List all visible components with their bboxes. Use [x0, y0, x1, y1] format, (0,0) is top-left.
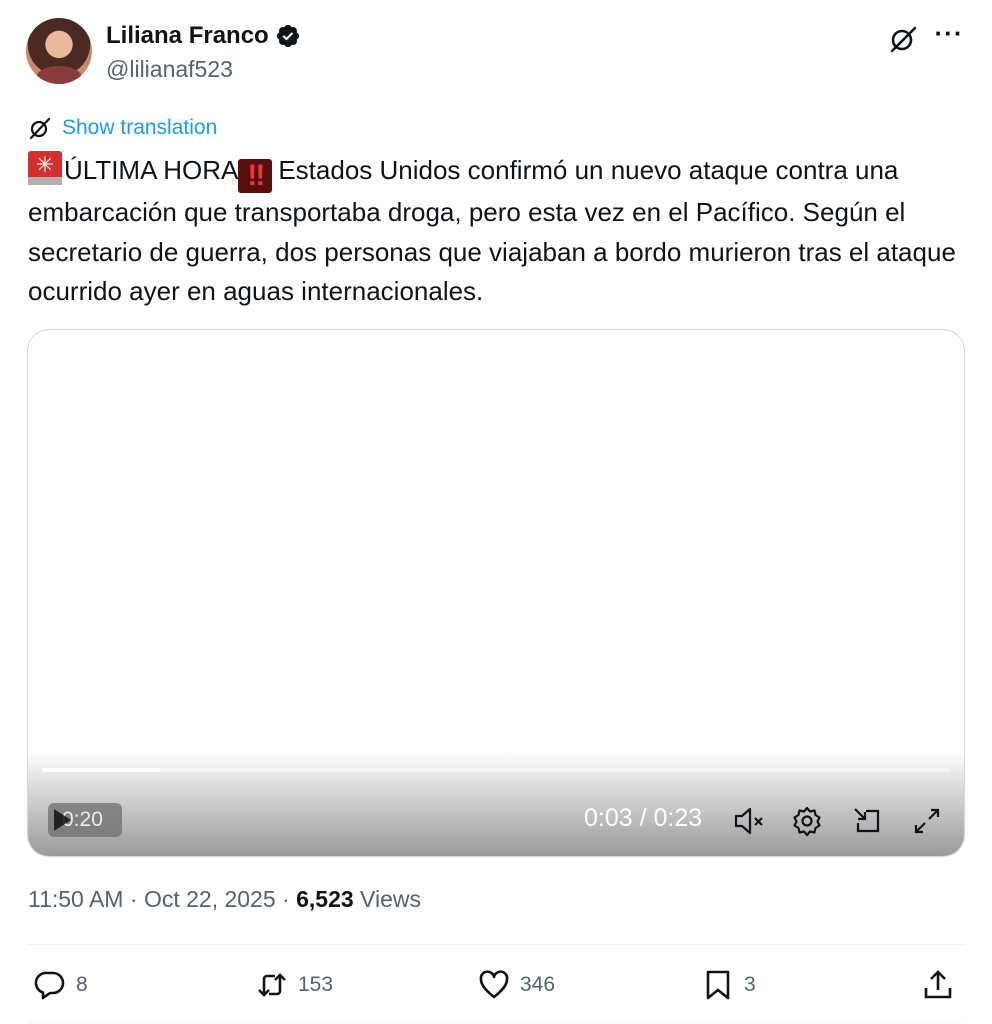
bookmark-icon: [706, 970, 730, 1000]
views-count: 6,523: [296, 886, 354, 912]
share-icon: [924, 970, 952, 999]
tweet-header: Liliana Franco @lilianaf523 ···: [26, 18, 966, 88]
picture-in-picture-icon[interactable]: [850, 804, 884, 838]
fullscreen-icon[interactable]: [910, 804, 944, 838]
tweet-meta: 11:50 AM · Oct 22, 2025 · 6,523 Views: [28, 886, 421, 913]
settings-gear-icon[interactable]: [790, 804, 824, 838]
author-handle[interactable]: @lilianaf523: [106, 56, 233, 83]
avatar[interactable]: [26, 18, 92, 84]
double-exclamation-icon: !!: [238, 159, 273, 193]
repost-button[interactable]: 153: [256, 963, 333, 1007]
share-button[interactable]: [922, 963, 954, 1007]
repost-icon: [258, 973, 286, 997]
reply-button[interactable]: 8: [34, 963, 88, 1007]
divider: [27, 1022, 965, 1023]
views-label: Views: [360, 886, 421, 912]
tweet-date[interactable]: Oct 22, 2025: [144, 886, 276, 912]
reply-icon: [34, 971, 65, 1000]
play-icon[interactable]: [52, 808, 72, 832]
heart-icon: [479, 970, 509, 999]
bookmark-button[interactable]: 3: [702, 963, 756, 1007]
author-name-row: Liliana Franco: [106, 22, 301, 50]
tweet-text-headline: ÚLTIMA HORA: [64, 155, 239, 185]
police-car-light-icon: [28, 151, 62, 185]
video-progress-fill: [42, 768, 161, 772]
meta-separator: ·: [282, 886, 297, 912]
reply-count: 8: [76, 973, 88, 996]
repost-count: 153: [298, 973, 334, 996]
more-options-icon[interactable]: ···: [932, 20, 966, 52]
grok-icon: [29, 117, 51, 140]
tweet-time[interactable]: 11:50 AM: [28, 886, 123, 912]
like-count: 346: [520, 973, 556, 996]
video-timecode: 0:03 / 0:23: [584, 804, 703, 832]
tweet-text: ÚLTIMA HORA!!Estados Unidos confirmó un …: [28, 151, 958, 312]
mute-icon[interactable]: [732, 804, 766, 838]
action-bar: 8 153 346 3: [28, 963, 964, 1007]
show-translation-label[interactable]: Show translation: [62, 116, 217, 140]
verified-badge-icon: [276, 24, 299, 48]
divider: [27, 944, 965, 945]
show-translation-link[interactable]: Show translation: [28, 116, 217, 140]
like-button[interactable]: 346: [478, 963, 555, 1007]
bookmark-count: 3: [744, 973, 756, 996]
video-player[interactable]: 0:20 0:03 / 0:23: [27, 329, 965, 857]
video-progress-bar[interactable]: [42, 768, 950, 772]
meta-separator: ·: [129, 886, 144, 912]
grok-icon[interactable]: [888, 24, 918, 54]
author-name[interactable]: Liliana Franco: [106, 22, 269, 50]
